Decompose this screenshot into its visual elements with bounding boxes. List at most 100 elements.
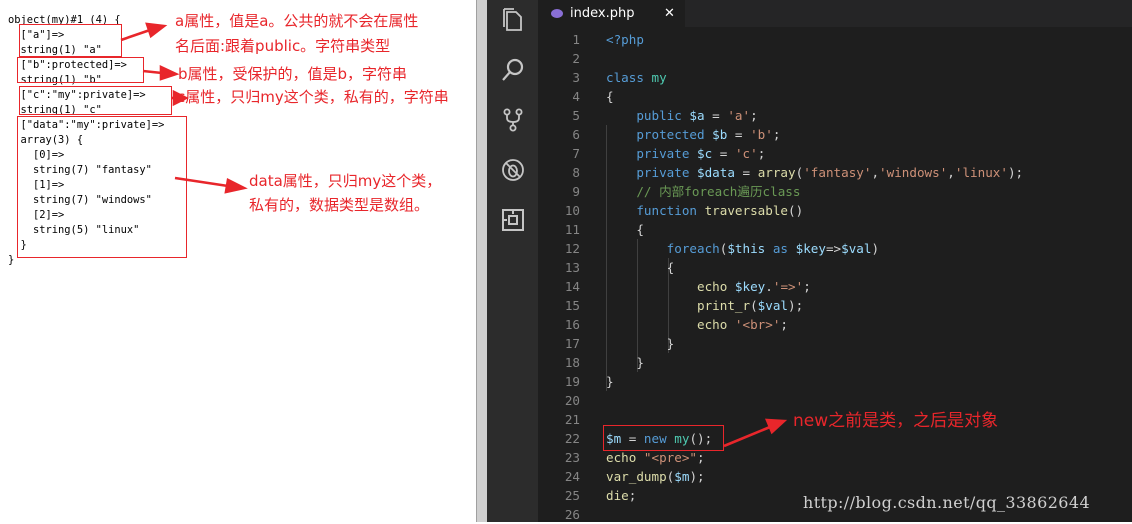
code-line[interactable]: 10 function traversable() — [538, 201, 1132, 220]
code-token: "<pre>" — [643, 450, 697, 465]
source-control-icon[interactable] — [500, 107, 526, 133]
files-icon[interactable] — [500, 7, 526, 33]
line-number: 16 — [564, 317, 580, 332]
line-number: 20 — [564, 393, 580, 408]
code-line[interactable]: 12 foreach($this as $key=>$val) — [538, 239, 1132, 258]
close-icon[interactable]: ✕ — [664, 0, 675, 27]
code-line[interactable]: 16 echo '<br>'; — [538, 315, 1132, 334]
line-number: 24 — [564, 469, 580, 484]
annotation-a-line2: 名后面:跟着public。字符串类型 — [175, 37, 391, 55]
search-icon[interactable] — [500, 57, 526, 83]
code-token: function — [636, 203, 705, 218]
code-token: class — [606, 70, 652, 85]
code-line[interactable]: 5 public $a = 'a'; — [538, 106, 1132, 125]
code-token: // 内部foreach遍历class — [636, 184, 801, 199]
code-token: private — [636, 146, 698, 161]
code-token: ); — [1007, 165, 1024, 180]
annotation-data-line2: 私有的，数据类型是数组。 — [249, 196, 430, 214]
line-number: 25 — [564, 488, 580, 503]
highlight-box-data — [17, 116, 187, 258]
highlight-box-new — [603, 425, 724, 451]
code-token: ( — [750, 298, 758, 313]
code-line[interactable]: 19} — [538, 372, 1132, 391]
code-line[interactable]: 9 // 内部foreach遍历class — [538, 182, 1132, 201]
code-line[interactable]: 15 print_r($val); — [538, 296, 1132, 315]
code-token: ) — [871, 241, 880, 256]
code-token: $a — [689, 108, 705, 123]
code-line[interactable]: 17 } — [538, 334, 1132, 353]
line-source: { — [606, 220, 644, 239]
code-token: = — [704, 108, 728, 123]
code-token: { — [606, 89, 614, 104]
line-source: die; — [606, 486, 636, 505]
code-line[interactable]: 2 — [538, 49, 1132, 68]
code-line[interactable]: 4{ — [538, 87, 1132, 106]
line-source: class my — [606, 68, 667, 87]
code-token: echo — [697, 317, 735, 332]
code-line[interactable]: 13 { — [538, 258, 1132, 277]
code-token: = — [727, 127, 751, 142]
code-token: $data — [697, 165, 735, 180]
line-number: 6 — [572, 127, 580, 142]
code-token: $key — [734, 279, 766, 294]
code-token: echo — [697, 279, 735, 294]
line-source: function traversable() — [606, 201, 803, 220]
code-token: $key — [795, 241, 826, 256]
annotation-c: c属性，只归my这个类，私有的，字符串 — [177, 88, 449, 106]
extensions-icon[interactable] — [500, 207, 526, 233]
code-token: $b — [712, 127, 728, 142]
line-source: { — [606, 258, 675, 277]
line-source: } — [606, 372, 614, 391]
code-token: , — [947, 165, 955, 180]
code-token: $this — [727, 241, 766, 256]
code-token: $val — [757, 298, 789, 313]
code-line[interactable]: 24 var_dump($m); — [538, 467, 1132, 486]
pane-divider[interactable] — [476, 0, 487, 522]
line-number: 8 — [572, 165, 580, 180]
annotation-data-line1: data属性，只归my这个类， — [249, 172, 442, 190]
code-token: print_r — [697, 298, 751, 313]
code-token: foreach — [666, 241, 720, 256]
line-number: 23 — [564, 450, 580, 465]
code-line[interactable]: 7 private $c = 'c'; — [538, 144, 1132, 163]
code-token: '<br>' — [734, 317, 781, 332]
code-token: } — [636, 355, 644, 370]
annotation-b: b属性，受保护的，值是b，字符串 — [178, 65, 408, 83]
code-token: ; — [697, 450, 705, 465]
code-token: ; — [803, 279, 811, 294]
line-number: 15 — [564, 298, 580, 313]
code-line[interactable]: 14 echo $key.'=>'; — [538, 277, 1132, 296]
code-line[interactable]: 11 { — [538, 220, 1132, 239]
code-line[interactable]: 20 — [538, 391, 1132, 410]
line-source: foreach($this as $key=>$val) — [606, 239, 879, 258]
watermark-text: http://blog.csdn.net/qq_33862644 — [803, 493, 1091, 512]
code-token: 'a' — [727, 108, 751, 123]
annotation-a-line1: a属性，值是a。公共的就不会在属性 — [175, 12, 419, 30]
line-number: 5 — [572, 108, 580, 123]
line-number: 12 — [564, 241, 580, 256]
code-token: private — [636, 165, 698, 180]
code-line[interactable]: 6 protected $b = 'b'; — [538, 125, 1132, 144]
code-line[interactable]: 3 class my — [538, 68, 1132, 87]
code-token: 'linux' — [954, 165, 1008, 180]
code-token: } — [606, 374, 614, 389]
php-file-icon — [551, 9, 563, 18]
code-line[interactable]: 1 <?php — [538, 30, 1132, 49]
code-line[interactable]: 8 private $data = array('fantasy','windo… — [538, 163, 1132, 182]
code-line[interactable]: 18 } — [538, 353, 1132, 372]
line-number: 3 — [572, 70, 580, 85]
tab-bar: index.php ✕ — [538, 0, 1132, 27]
annotation-new: new之前是类，之后是对象 — [793, 411, 999, 431]
line-source: public $a = 'a'; — [606, 106, 757, 125]
activity-bar — [487, 0, 538, 522]
line-source: protected $b = 'b'; — [606, 125, 780, 144]
tab-index-php[interactable]: index.php ✕ — [538, 0, 685, 27]
debug-icon[interactable] — [500, 157, 526, 183]
code-token: ; — [757, 146, 766, 161]
line-number: 1 — [572, 32, 580, 47]
